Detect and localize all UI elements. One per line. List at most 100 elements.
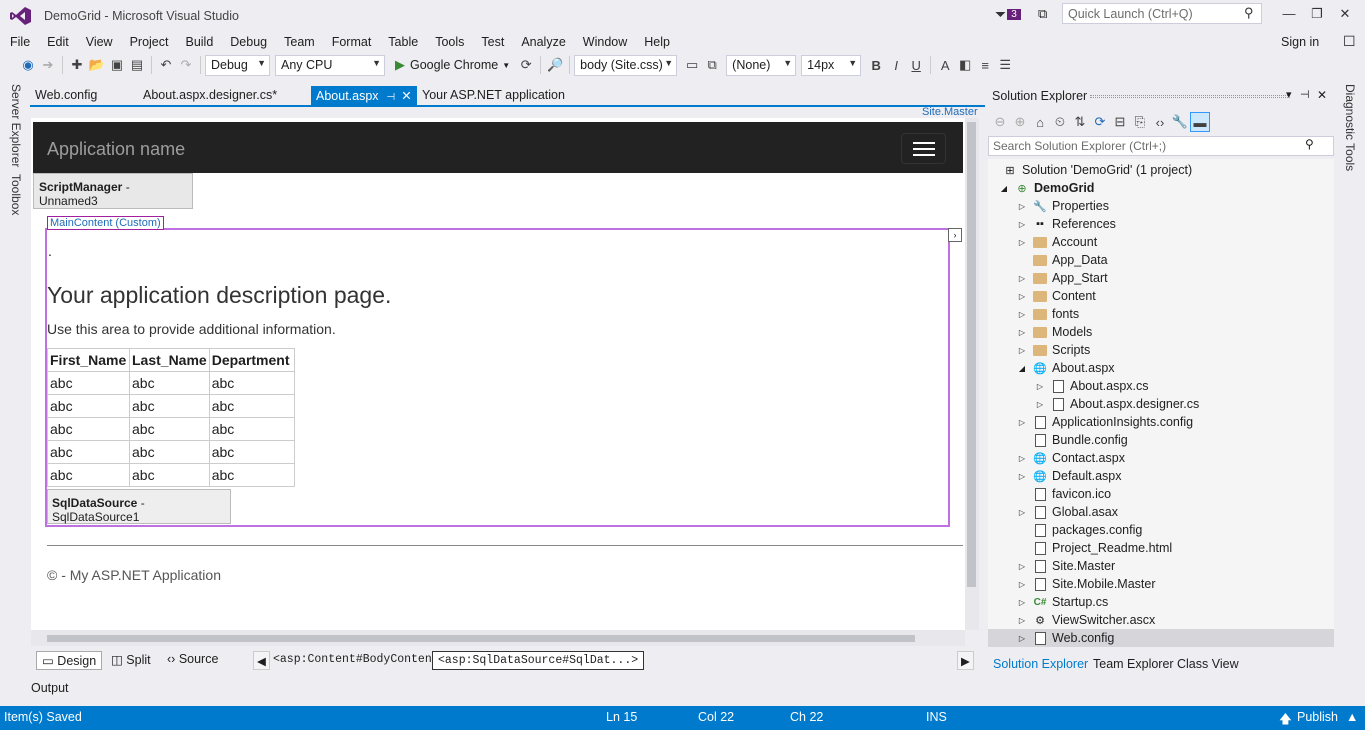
bullets-icon[interactable]: ☰	[995, 55, 1015, 75]
solution-platform-select[interactable]: Any CPU ▼	[275, 54, 385, 76]
publish-chevron-icon[interactable]: ▲	[1346, 710, 1358, 724]
feedback-icon[interactable]: ⧉	[1038, 6, 1047, 22]
breadcrumb-right-icon[interactable]: ▶	[957, 651, 974, 670]
forward-icon[interactable]: ⊕	[1010, 112, 1030, 132]
forward-icon[interactable]: ➔	[38, 55, 58, 75]
menu-debug[interactable]: Debug	[220, 35, 274, 49]
menu-help[interactable]: Help	[634, 35, 677, 49]
solution-configuration-select[interactable]: Debug ▼	[205, 54, 270, 76]
hamburger-menu-icon[interactable]	[901, 133, 946, 164]
collapse-arrow-icon[interactable]: ▷	[1016, 202, 1028, 211]
tree-item-file[interactable]: ▷ About.aspx.designer.cs	[988, 395, 1334, 413]
browser-select[interactable]: Google Chrome	[410, 58, 498, 72]
tab-source[interactable]: ‹› Source	[162, 651, 223, 670]
master-page-link[interactable]: Site.Master	[922, 106, 978, 118]
tab-web-config[interactable]: Web.config	[30, 86, 102, 105]
quick-launch-input[interactable]: Quick Launch (Ctrl+Q)	[1062, 3, 1262, 24]
collapse-arrow-icon[interactable]: ▷	[1016, 634, 1028, 643]
collapse-arrow-icon[interactable]: ▷	[1016, 472, 1028, 481]
collapse-arrow-icon[interactable]: ▷	[1016, 346, 1028, 355]
solution-search-input[interactable]: Search Solution Explorer (Ctrl+;)	[988, 136, 1334, 156]
collapse-arrow-icon[interactable]: ▷	[1016, 274, 1028, 283]
collapse-arrow-icon[interactable]: ▷	[1016, 418, 1028, 427]
css-target-select[interactable]: body (Site.css) ▼	[574, 54, 678, 76]
menu-build[interactable]: Build	[175, 35, 220, 49]
sync-icon[interactable]: ⇅	[1070, 112, 1090, 132]
properties-wrench-icon[interactable]: 🔧	[1170, 112, 1190, 132]
tree-item-file[interactable]: packages.config	[988, 521, 1334, 539]
tree-item-file[interactable]: Project_Readme.html	[988, 539, 1334, 557]
collapse-arrow-icon[interactable]: ▷	[1016, 220, 1028, 229]
underline-button[interactable]: U	[906, 55, 926, 75]
horizontal-scroll-thumb[interactable]	[47, 635, 915, 642]
tree-item-file[interactable]: ▷ 🌐 Contact.aspx	[988, 449, 1334, 467]
menu-tools[interactable]: Tools	[425, 35, 471, 49]
menu-format[interactable]: Format	[322, 35, 379, 49]
menu-analyze[interactable]: Analyze	[511, 35, 572, 49]
split-view-icon[interactable]: ⧉	[702, 55, 722, 75]
design-view-icon[interactable]: ▭	[682, 55, 702, 75]
tab-split[interactable]: ◫ Split	[106, 651, 156, 670]
align-icon[interactable]: ≡	[975, 55, 995, 75]
save-all-icon[interactable]: ▤	[127, 55, 147, 75]
bold-button[interactable]: B	[866, 55, 886, 75]
tree-item-folder[interactable]: ▷ App_Start	[988, 269, 1334, 287]
tree-item-folder[interactable]: ▷ fonts	[988, 305, 1334, 323]
expand-icon[interactable]: ◢	[998, 184, 1010, 193]
tree-item-properties[interactable]: ▷ 🔧 Properties	[988, 197, 1334, 215]
back-icon[interactable]: ◉	[18, 55, 38, 75]
tree-item-file[interactable]: ▷ Site.Mobile.Master	[988, 575, 1334, 593]
close-button[interactable]: ✕	[1331, 6, 1359, 22]
breadcrumb-content[interactable]: <asp:Content#BodyContent>	[268, 651, 451, 670]
app-name[interactable]: Application name	[47, 139, 185, 160]
menu-edit[interactable]: Edit	[37, 35, 76, 49]
sign-in-link[interactable]: Sign in	[1281, 35, 1319, 49]
refresh-browser-icon[interactable]: ⟳	[516, 55, 536, 75]
menu-project[interactable]: Project	[120, 35, 176, 49]
tree-item-file[interactable]: ▷ Global.asax	[988, 503, 1334, 521]
tab-solution-explorer[interactable]: Solution Explorer	[993, 657, 1088, 671]
collapse-arrow-icon[interactable]: ▷	[1016, 454, 1028, 463]
breadcrumb-sqldatasource[interactable]: <asp:SqlDataSource#SqlDat...>	[432, 651, 645, 670]
tree-item-solution[interactable]: ⊞ Solution 'DemoGrid' (1 project)	[988, 161, 1334, 179]
sql-data-source-control[interactable]: SqlDataSource - SqlDataSource1	[47, 489, 231, 524]
tree-item-folder[interactable]: ▷ Account	[988, 233, 1334, 251]
font-size-select[interactable]: 14px ▼	[801, 54, 862, 76]
find-icon[interactable]: 🔎	[545, 55, 565, 75]
italic-button[interactable]: I	[886, 55, 906, 75]
chevron-down-icon[interactable]: ▼	[502, 61, 510, 70]
vertical-scroll-thumb[interactable]	[967, 122, 976, 587]
collapse-arrow-icon[interactable]: ▷	[1016, 508, 1028, 517]
tab-design[interactable]: ▭ Design	[36, 651, 103, 670]
restore-button[interactable]: ❐	[1303, 6, 1331, 22]
tree-item-file[interactable]: ▷ Site.Master	[988, 557, 1334, 575]
tree-item-folder[interactable]: ▷ Models	[988, 323, 1334, 341]
style-select[interactable]: (None) ▼	[726, 54, 797, 76]
menu-file[interactable]: File	[0, 35, 37, 49]
collapse-arrow-icon[interactable]: ▷	[1016, 310, 1028, 319]
tab-about-designer-cs[interactable]: About.aspx.designer.cs*	[138, 86, 282, 105]
collapse-arrow-icon[interactable]: ▷	[1016, 598, 1028, 607]
tree-item-file[interactable]: ▷ ApplicationInsights.config	[988, 413, 1334, 431]
collapse-arrow-icon[interactable]: ▷	[1016, 580, 1028, 589]
notifications[interactable]: ⏷ 3	[995, 6, 1021, 23]
publish-button[interactable]: Publish	[1297, 710, 1338, 724]
close-icon[interactable]: ✕	[1317, 88, 1327, 102]
tab-team-explorer[interactable]: Team Explorer	[1093, 657, 1174, 671]
tree-item-file[interactable]: ◢ 🌐 About.aspx	[988, 359, 1334, 377]
menu-view[interactable]: View	[76, 35, 120, 49]
menu-team[interactable]: Team	[274, 35, 322, 49]
tab-class-view[interactable]: Class View	[1177, 657, 1239, 671]
new-project-icon[interactable]: ✚	[67, 55, 87, 75]
server-explorer-tab[interactable]: Server Explorer	[9, 84, 23, 167]
background-color-icon[interactable]: ◧	[955, 55, 975, 75]
tree-item-project[interactable]: ◢ ⊕ DemoGrid	[988, 179, 1334, 197]
open-file-icon[interactable]: 📂	[87, 55, 107, 75]
tree-item-folder[interactable]: ▷ Content	[988, 287, 1334, 305]
copy-icon[interactable]: ⎘	[1130, 112, 1150, 132]
menu-table[interactable]: Table	[378, 35, 425, 49]
minimize-button[interactable]: —	[1275, 6, 1303, 21]
tree-item-references[interactable]: ▷ ▪▪ References	[988, 215, 1334, 233]
diagnostic-tools-tab[interactable]: Diagnostic Tools	[1343, 84, 1357, 171]
smart-tag-icon[interactable]: ›	[948, 228, 962, 242]
